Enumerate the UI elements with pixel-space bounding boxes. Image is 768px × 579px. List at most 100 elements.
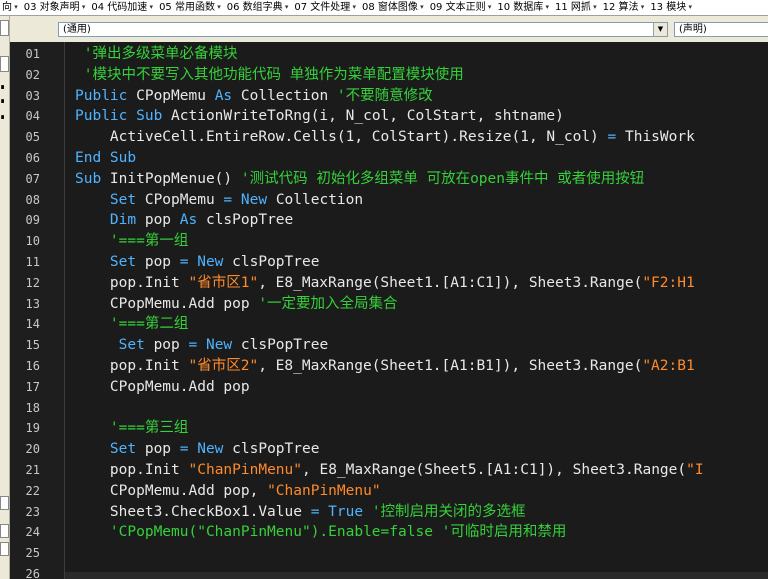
string-token: "省市区1" [188,274,259,291]
line-number: 18 [25,400,40,415]
code-line[interactable]: pop.Init "ChanPinMenu", E8_MaxRange(Shee… [75,460,704,481]
code-token: ActiveCell.EntireRow.Cells(1, ColStart).… [75,129,608,146]
menu-item-label: 05 常用函数 [159,2,215,13]
code-token: ThisWork [616,129,695,146]
code-line[interactable]: Set CPopMemu = New Collection [75,190,363,211]
code-line[interactable]: Set pop = New clsPopTree [75,439,320,460]
line-number: 13 [25,296,40,311]
chevron-down-icon: ▾ [485,3,492,11]
code-line[interactable]: '===第二组 [75,314,188,335]
menu-item[interactable]: 04 代码加速 ▾ [89,2,157,13]
procedure-combo[interactable]: (声明) [674,22,768,37]
chevron-down-icon: ▾ [417,3,424,11]
string-token: "ChanPinMenu" [267,482,381,499]
code-line[interactable]: ActiveCell.EntireRow.Cells(1, ColStart).… [75,127,695,148]
code-line[interactable]: CPopMemu.Add pop, "ChanPinMenu" [75,481,381,502]
pane-box-lower[interactable] [0,496,9,510]
keyword-token: = New [179,254,233,270]
code-token: pop [144,441,180,458]
chevron-down-icon: ▾ [543,3,549,11]
line-number: 14 [25,317,40,332]
line-number: 23 [25,504,40,519]
code-token: ActionWriteToRng(i, N_col, ColStart, sht… [171,108,564,125]
chevron-down-icon: ▾ [214,3,221,11]
menu-item[interactable]: 06 数组字典 ▾ [225,2,293,13]
keyword-token: Set [75,254,145,270]
chevron-down-icon: ▾ [590,3,597,11]
line-number: 12 [25,275,40,290]
keyword-token: = New [179,441,233,458]
menu-item[interactable]: 12 算法 ▾ [601,2,649,13]
menu-item[interactable]: 10 数据库 ▾ [495,2,553,13]
code-line[interactable]: Sheet3.CheckBox1.Value = True '控制启用关闭的多选… [75,502,526,523]
line-number: 03 [25,88,40,103]
keyword-token: Set [75,191,145,208]
menu-item[interactable]: 向 ▾ [0,2,22,13]
code-category-menubar: 向 ▾ 03 对象声明 ▾ 04 代码加速 ▾ 05 常用函数 ▾ 06 数组字典 ▾ 0… [0,0,768,16]
menu-item[interactable]: 03 对象声明 ▾ [22,2,90,13]
code-token: InitPopMenue() [109,170,241,187]
code-line[interactable]: 'CPopMemu("ChanPinMenu").Enable=false '可… [75,522,566,543]
code-token: pop.Init [75,462,189,478]
code-line[interactable]: Set pop = New clsPopTree [75,335,329,356]
code-token: CPopMemu [144,191,224,208]
code-text-area[interactable]: '弹出多级菜单必备模块 '模块中不要写入其他功能代码 单独作为菜单配置模块使用 P… [65,42,768,579]
code-token: pop [144,254,180,270]
pane-box-bottom[interactable] [0,524,9,538]
keyword-token: Set [75,337,154,354]
keyword-token: Sub [75,170,110,187]
code-line[interactable]: CPopMemu.Add pop '一定要加入全局集合 [75,294,398,315]
code-line[interactable]: Sub InitPopMenue() '测试代码 初始化多组菜单 可放在open… [75,169,644,190]
comment-token: '测试代码 初始化多组菜单 可放在open事件中 或者使用按钮 [240,170,645,187]
menu-item[interactable]: 05 常用函数 ▾ [157,2,225,13]
comment-token: '===第三组 [75,420,189,437]
line-number-gutter: 01 02 03 04 05 06 07 08 09 10 11 12 13 14 15 16 17 18 19 20… [10,42,65,579]
code-line[interactable]: Public CPopMemu As Collection '不要随意修改 [75,86,433,107]
code-line[interactable]: Set pop = New clsPopTree [75,252,320,273]
horizontal-scrollbar[interactable] [65,572,768,579]
code-line[interactable]: '模块中不要写入其他功能代码 单独作为菜单配置模块使用 [75,65,464,86]
code-token: CPopMemu.Add pop [75,295,259,312]
comment-token: '===第一组 [75,233,189,250]
chevron-down-icon[interactable]: ▼ [653,23,667,36]
keyword-token: = New [223,191,276,208]
line-number: 19 [25,421,40,436]
comment-token: '一定要加入全局集合 [258,295,398,312]
menu-item-label: 12 算法 [602,2,639,13]
menu-item[interactable]: 09 文本正则 ▾ [428,2,496,13]
code-editor[interactable]: 01 02 03 04 05 06 07 08 09 10 11 12 13 14 15 16 17 18 19 20… [10,42,768,579]
code-line[interactable]: CPopMemu.Add pop [75,377,250,398]
pane-box-top[interactable] [0,20,9,36]
code-token: Collection [240,87,337,104]
menu-item[interactable]: 11 网抓 ▾ [553,2,601,13]
pane-box-bottom-2[interactable] [0,542,9,556]
menu-item-label: 03 对象声明 [23,2,80,13]
menu-item-label: 13 模块 [650,2,687,13]
menu-item-label: 向 [2,2,12,13]
code-line[interactable]: '===第三组 [75,418,188,439]
code-line[interactable]: Dim pop As clsPopTree [75,210,293,231]
pane-box-upper[interactable] [0,56,9,72]
object-combo[interactable]: (通用) ▼ [58,22,668,37]
code-line[interactable]: '弹出多级菜单必备模块 [75,44,238,65]
code-line[interactable]: pop.Init "省市区2", E8_MaxRange(Sheet1.[A1:… [75,356,695,377]
project-pane-edge: ∎ ∎ ∎ [0,16,10,579]
comment-token: '控制启用关闭的多选框 [371,503,526,520]
code-line[interactable]: Public Sub ActionWriteToRng(i, N_col, Co… [75,106,564,127]
menu-item[interactable]: 08 窗体图像 ▾ [360,2,428,13]
code-token: pop [144,212,180,229]
chevron-down-icon: ▾ [350,3,357,11]
code-line[interactable]: pop.Init "省市区1", E8_MaxRange(Sheet1.[A1:… [75,273,695,294]
code-line[interactable]: '===第一组 [75,231,188,252]
object-combo-value: (通用) [63,24,91,35]
menu-item[interactable]: 13 模块 ▾ [648,2,696,13]
code-token: clsPopTree [232,441,320,458]
code-token: , E8_MaxRange(Sheet1.[A1:C1]), Sheet3.Ra… [258,274,643,291]
code-line[interactable]: End Sub [75,148,136,169]
menu-item[interactable]: 07 文件处理 ▾ [292,2,360,13]
code-token: clsPopTree [232,254,320,270]
code-token: CPopMemu [136,87,215,104]
comment-token: '模块中不要写入其他功能代码 单独作为菜单配置模块使用 [83,66,464,83]
menu-item-label: 06 数组字典 [226,2,283,13]
string-token: "ChanPinMenu" [188,462,303,478]
